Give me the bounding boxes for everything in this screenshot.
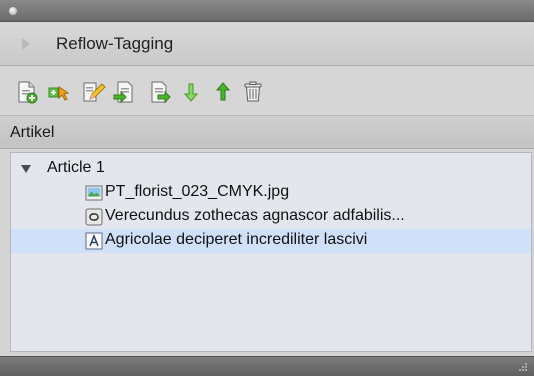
panel-header[interactable]: Reflow-Tagging — [0, 22, 534, 66]
toolbar — [0, 67, 534, 115]
section-label: Artikel — [10, 124, 55, 141]
tree-item-article[interactable]: Article 1 — [11, 157, 531, 181]
tree-item-label: PT_florist_023_CMYK.jpg — [105, 183, 290, 200]
panel-footer — [0, 356, 534, 376]
edit-icon[interactable] — [80, 79, 106, 105]
add-tag-icon[interactable] — [46, 79, 72, 105]
close-icon[interactable] — [8, 6, 18, 16]
text-frame-icon — [85, 232, 103, 250]
panel-title: Reflow-Tagging — [56, 34, 174, 53]
move-down-icon[interactable] — [178, 79, 204, 105]
panel-titlebar[interactable] — [0, 0, 534, 22]
image-file-icon — [85, 184, 103, 202]
import-icon[interactable] — [112, 79, 138, 105]
new-document-icon[interactable] — [14, 79, 40, 105]
tree-item-label: Agricolae deciperet incrediliter lascivi — [105, 231, 368, 248]
tree-item-text[interactable]: Agricolae deciperet incrediliter lascivi — [11, 229, 531, 253]
tree-item-label: Article 1 — [47, 159, 105, 176]
tree-item-label: Verecundus zothecas agnascor adfabilis..… — [105, 207, 405, 224]
section-header: Artikel — [0, 115, 534, 149]
export-icon[interactable] — [146, 79, 172, 105]
trash-icon[interactable] — [240, 79, 266, 105]
collapse-triangle-icon[interactable] — [22, 38, 30, 50]
linked-text-icon — [85, 208, 103, 226]
reflow-tagging-panel: Reflow-Tagging Artikel Article 1 PT_flor… — [0, 0, 534, 376]
resize-grip-icon[interactable] — [518, 362, 528, 372]
tree-item-linked-text[interactable]: Verecundus zothecas agnascor adfabilis..… — [11, 205, 531, 229]
move-up-icon[interactable] — [210, 79, 236, 105]
tree-item-image[interactable]: PT_florist_023_CMYK.jpg — [11, 181, 531, 205]
expand-triangle-icon[interactable] — [21, 165, 31, 173]
article-tree[interactable]: Article 1 PT_florist_023_CMYK.jpg Verecu… — [10, 152, 532, 352]
